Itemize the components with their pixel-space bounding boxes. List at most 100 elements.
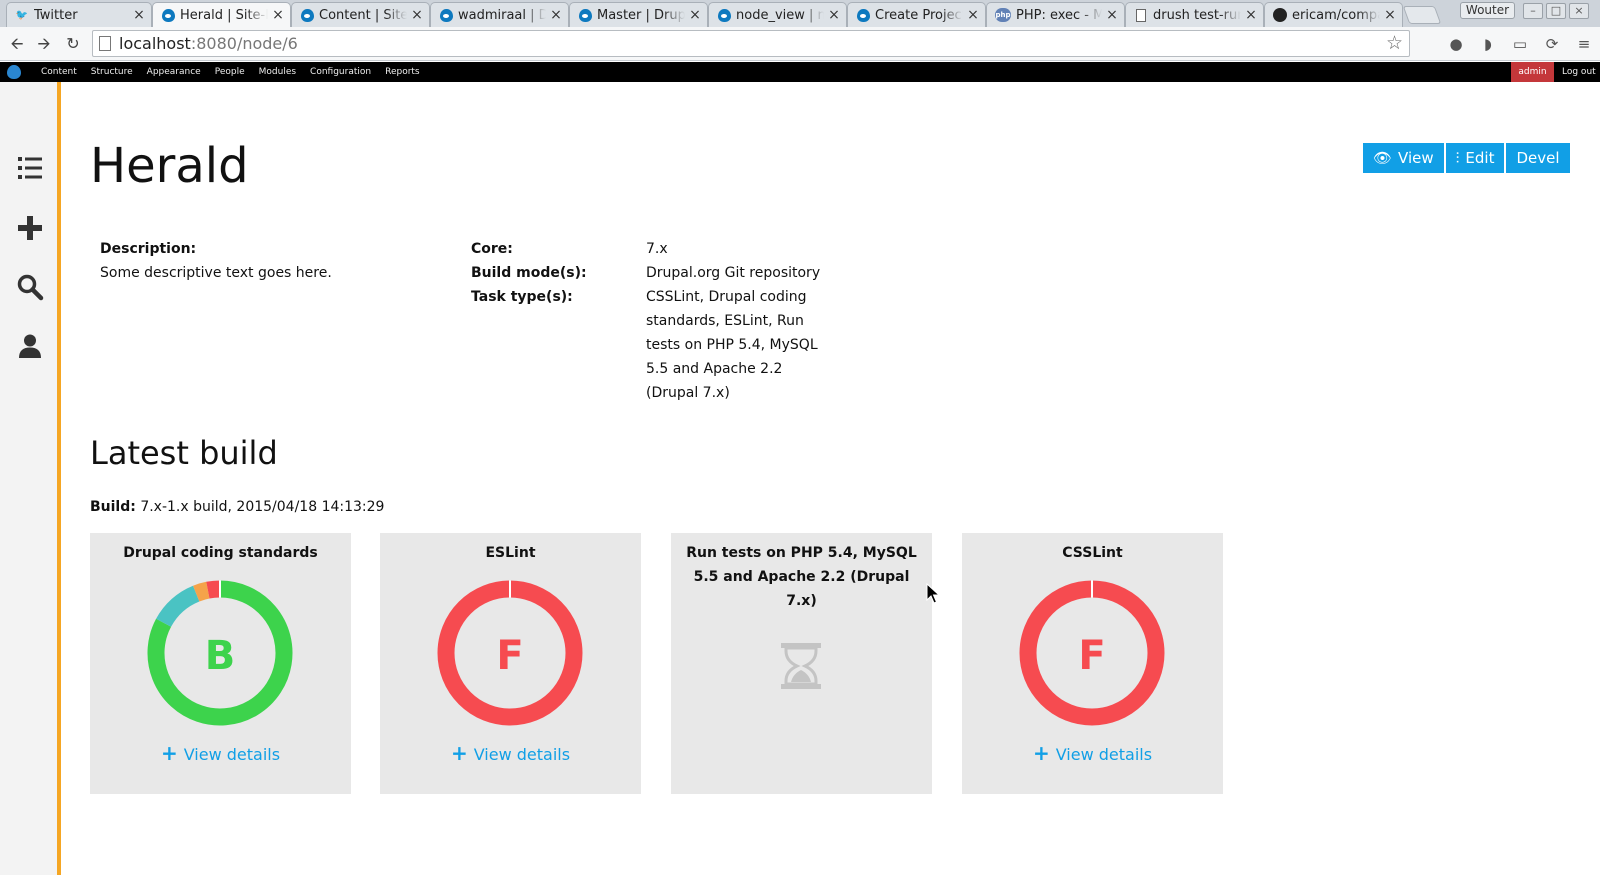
page-info-icon[interactable] <box>99 36 111 51</box>
admin-menu-structure[interactable]: Structure <box>84 62 140 82</box>
close-tab-icon[interactable]: × <box>1245 7 1257 23</box>
admin-menu-reports[interactable]: Reports <box>378 62 427 82</box>
left-sidebar <box>0 82 61 875</box>
mouse-cursor-icon <box>926 583 940 604</box>
add-icon[interactable] <box>16 214 44 242</box>
hourglass-icon <box>781 643 821 689</box>
grade-donut: B <box>147 580 293 726</box>
build-card-eslint: ESLint F + View details <box>380 533 641 794</box>
browser-tab[interactable]: Content | Site × <box>291 2 430 27</box>
browser-toolbar: 🡨 🡪 ↻ localhost:8080/node/6 ☆ ● ◗ ▭ ⟳ ≡ <box>0 27 1600 61</box>
close-tab-icon[interactable]: × <box>1384 7 1396 23</box>
build-modes-value: Drupal.org Git repository <box>646 265 821 281</box>
card-title: Drupal coding standards <box>123 545 318 561</box>
url-text: localhost:8080/node/6 <box>119 34 298 53</box>
core-value: 7.x <box>646 241 668 257</box>
profile-button[interactable]: Wouter <box>1460 2 1515 19</box>
close-tab-icon[interactable]: × <box>967 7 979 23</box>
description-block: Description: Some descriptive text goes … <box>100 237 332 285</box>
tab-title: ericam/compa <box>1292 7 1380 23</box>
extension-alien-icon[interactable]: ● <box>1446 34 1466 54</box>
minimize-icon[interactable]: – <box>1523 3 1543 19</box>
forward-icon[interactable]: 🡪 <box>33 33 55 55</box>
admin-menu-configuration[interactable]: Configuration <box>303 62 378 82</box>
tab-title: wadmiraal | D <box>458 7 546 23</box>
browser-tab[interactable]: ericam/compa × <box>1264 2 1403 27</box>
browser-tab[interactable]: drush test-run × <box>1125 2 1264 27</box>
drupal-icon <box>856 8 870 22</box>
close-tab-icon[interactable]: × <box>828 7 840 23</box>
back-icon[interactable]: 🡨 <box>6 33 28 55</box>
drupal-logo-icon[interactable] <box>7 65 21 79</box>
description-label: Description: <box>100 241 197 257</box>
close-tab-icon[interactable]: × <box>550 7 562 23</box>
drupal-icon <box>578 8 592 22</box>
grade-letter: F <box>1078 633 1105 679</box>
admin-menu-modules[interactable]: Modules <box>252 62 303 82</box>
page-title: Herald <box>90 138 249 194</box>
view-button[interactable]: 👁 View <box>1363 143 1444 173</box>
browser-tab[interactable]: Create Project × <box>847 2 986 27</box>
reload-icon[interactable]: ↻ <box>62 33 84 55</box>
admin-user-badge[interactable]: admin <box>1511 62 1554 82</box>
tab-title: Content | Site <box>319 7 407 23</box>
browser-tab[interactable]: node_view | n × <box>708 2 847 27</box>
tab-title: Master | Drupa <box>597 7 685 23</box>
close-tab-icon[interactable]: × <box>1106 7 1118 23</box>
page-icon <box>1134 8 1148 22</box>
extension-sync-icon[interactable]: ⟳ <box>1542 34 1562 54</box>
card-title: ESLint <box>485 545 536 561</box>
close-window-icon[interactable]: × <box>1569 3 1589 19</box>
tab-title: PHP: exec - Ma <box>1016 7 1102 23</box>
build-card-csslint: CSSLint F + View details <box>962 533 1223 794</box>
view-details-link[interactable]: + View details <box>90 741 351 765</box>
close-tab-icon[interactable]: × <box>133 7 145 23</box>
close-tab-icon[interactable]: × <box>689 7 701 23</box>
core-label: Core: <box>471 241 513 257</box>
browser-tab[interactable]: php PHP: exec - Ma × <box>986 2 1125 27</box>
tab-title: Herald | Site-I <box>180 7 268 23</box>
build-info: Build: 7.x-1.x build, 2015/04/18 14:13:2… <box>90 499 385 515</box>
admin-menu-appearance[interactable]: Appearance <box>140 62 208 82</box>
browser-tab[interactable]: 🐦 Twitter × <box>6 2 152 27</box>
node-actions: 👁 View ⫶ Edit Devel <box>1363 143 1570 173</box>
list-icon[interactable] <box>16 154 44 182</box>
sliders-icon: ⫶ <box>1455 149 1460 167</box>
donut-segment <box>193 581 210 602</box>
view-details-link[interactable]: + View details <box>380 741 641 765</box>
description-value: Some descriptive text goes here. <box>100 265 332 281</box>
card-title: Run tests on PHP 5.4, MySQL 5.5 and Apac… <box>686 545 917 609</box>
devel-button[interactable]: Devel <box>1506 143 1570 173</box>
plus-icon: + <box>1032 741 1050 765</box>
view-details-link[interactable]: + View details <box>962 741 1223 765</box>
latest-build-heading: Latest build <box>90 434 278 472</box>
browser-tab[interactable]: wadmiraal | D × <box>430 2 569 27</box>
plus-icon: + <box>160 741 178 765</box>
grade-letter: F <box>496 633 523 679</box>
browser-tab-active[interactable]: Herald | Site-I × <box>152 2 291 27</box>
logout-link[interactable]: Log out <box>1562 62 1596 82</box>
edit-button[interactable]: ⫶ Edit <box>1445 143 1505 173</box>
user-icon[interactable] <box>16 332 44 360</box>
tab-title: Create Project <box>875 7 963 23</box>
card-title: CSSLint <box>1062 545 1123 561</box>
eye-icon: 👁 <box>1373 149 1393 167</box>
admin-menu-content[interactable]: Content <box>34 62 84 82</box>
admin-menu-people[interactable]: People <box>208 62 252 82</box>
tab-title: Twitter <box>34 7 78 23</box>
new-tab-button[interactable] <box>1402 6 1442 24</box>
cast-icon[interactable]: ▭ <box>1510 34 1530 54</box>
maximize-icon[interactable]: □ <box>1546 3 1566 19</box>
bookmark-star-icon[interactable]: ☆ <box>1386 32 1403 54</box>
search-icon[interactable] <box>16 273 44 301</box>
menu-icon[interactable]: ≡ <box>1574 34 1594 54</box>
grade-donut: F <box>437 580 583 726</box>
browser-tab[interactable]: Master | Drupa × <box>569 2 708 27</box>
plus-icon: + <box>450 741 468 765</box>
close-tab-icon[interactable]: × <box>272 7 284 23</box>
tab-title: drush test-run <box>1153 7 1241 23</box>
pocket-icon[interactable]: ◗ <box>1478 34 1498 54</box>
close-tab-icon[interactable]: × <box>411 7 423 23</box>
address-bar[interactable]: localhost:8080/node/6 ☆ <box>92 30 1410 57</box>
twitter-icon: 🐦 <box>15 9 29 21</box>
